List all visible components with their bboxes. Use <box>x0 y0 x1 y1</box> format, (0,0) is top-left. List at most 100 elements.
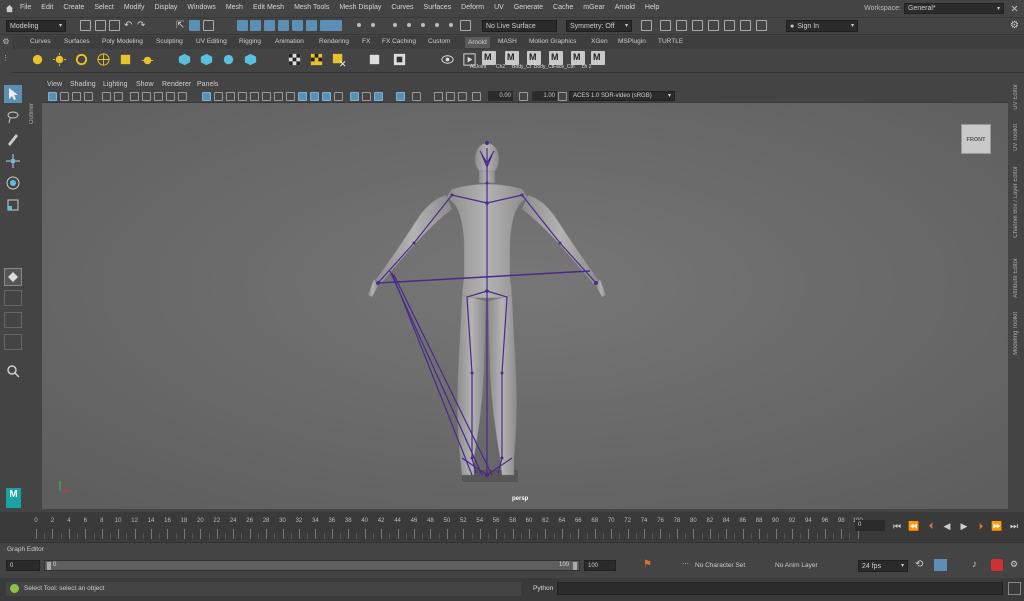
menu-generate[interactable]: Generate <box>514 4 543 11</box>
panel-menu-view[interactable]: View <box>47 81 62 88</box>
menu-edit[interactable]: Edit <box>41 4 53 11</box>
sound-icon[interactable]: ♪ <box>972 559 977 570</box>
render-settings-icon[interactable] <box>692 20 703 31</box>
shelf-button-ch-2[interactable] <box>591 51 605 65</box>
select-by-handle-icon[interactable] <box>237 20 248 31</box>
shelf-tab-arnold[interactable]: Arnold <box>465 37 490 48</box>
panel-menu-shading[interactable]: Shading <box>70 81 96 88</box>
point-light-icon[interactable] <box>52 52 67 67</box>
gamma-icon[interactable] <box>519 92 528 101</box>
play-backwards-icon[interactable]: ◀ <box>941 520 953 532</box>
depth-of-field-icon[interactable] <box>322 92 331 101</box>
snap-view-plane-icon[interactable] <box>432 20 443 31</box>
range-start-handle[interactable] <box>47 562 51 570</box>
uv-editor-tab[interactable]: UV Editor <box>1013 84 1019 110</box>
grid-icon[interactable] <box>202 92 211 101</box>
current-frame-field[interactable]: 0 <box>855 520 885 531</box>
shelf-tab-curves[interactable]: Curves <box>30 38 51 45</box>
pin-icon[interactable] <box>1010 4 1019 13</box>
scale-tool-icon[interactable] <box>4 196 22 214</box>
shelf-tab-uv-editing[interactable]: UV Editing <box>196 38 227 45</box>
uv-toolkit-tab[interactable]: UV Toolkit <box>1013 124 1019 151</box>
standin-icon[interactable] <box>177 52 192 67</box>
rotate-tool-icon[interactable] <box>4 174 22 192</box>
animation-end-field[interactable]: 100 <box>584 560 616 571</box>
menu-deform[interactable]: Deform <box>461 4 484 11</box>
character-set-label[interactable]: No Character Set <box>695 562 745 569</box>
field-chart-icon[interactable] <box>178 92 187 101</box>
menu-mesh-display[interactable]: Mesh Display <box>339 4 381 11</box>
character-set-icon[interactable]: ⋯ <box>682 560 689 568</box>
home-icon[interactable] <box>5 4 14 13</box>
sign-in-dropdown[interactable]: ● Sign In ▾ <box>786 20 858 32</box>
go-to-start-icon[interactable]: ⏮ <box>891 520 903 532</box>
select-hierarchy-icon[interactable]: ⇱ <box>176 20 187 31</box>
menu-mesh-tools[interactable]: Mesh Tools <box>294 4 329 11</box>
step-forward-frame-icon[interactable]: ⏵ <box>975 520 987 532</box>
select-object-icon[interactable] <box>189 20 200 31</box>
shelf-button-ch2[interactable] <box>505 51 519 65</box>
outliner-side-tab[interactable]: Outliner <box>29 84 37 124</box>
checker-yellow-icon[interactable] <box>309 52 324 67</box>
workspace-dropdown[interactable]: General* ▾ <box>904 3 1004 14</box>
shelf-tab-turtle[interactable]: TURTLE <box>658 38 683 45</box>
menu-cache[interactable]: Cache <box>553 4 573 11</box>
exposure-icon[interactable] <box>472 92 481 101</box>
hypershade-icon[interactable] <box>708 20 719 31</box>
bookmark-icon[interactable] <box>72 92 81 101</box>
menu-edit-mesh[interactable]: Edit Mesh <box>253 4 284 11</box>
render-view-icon[interactable] <box>440 52 455 67</box>
render-frame-icon[interactable] <box>660 20 671 31</box>
maya-logo[interactable]: M <box>6 488 21 508</box>
shelf-tab-sculpting[interactable]: Sculpting <box>156 38 183 45</box>
camera-attributes-icon[interactable] <box>60 92 69 101</box>
menu-mgear[interactable]: mGear <box>583 4 604 11</box>
range-end-handle[interactable] <box>573 562 577 570</box>
isolate-select-icon[interactable] <box>334 92 343 101</box>
snap-grid-icon[interactable] <box>390 20 401 31</box>
view-transform-dropdown[interactable]: ACES 1.0 SDR-video (sRGB) ▾ <box>569 91 675 101</box>
channel-box-tab[interactable]: Channel Box / Layer Editor <box>1013 166 1019 238</box>
lock-camera-icon[interactable] <box>130 92 139 101</box>
history-icon[interactable] <box>641 20 652 31</box>
shelf-tab-surfaces[interactable]: Surfaces <box>64 38 90 45</box>
anim-layer-label[interactable]: No Anim Layer <box>775 562 818 569</box>
make-live-icon[interactable] <box>460 20 471 31</box>
wireframe-icon[interactable] <box>214 92 223 101</box>
menu-surfaces[interactable]: Surfaces <box>424 4 452 11</box>
select-by-joint-icon[interactable] <box>250 20 261 31</box>
menu-uv[interactable]: UV <box>494 4 504 11</box>
volume-icon[interactable] <box>221 52 236 67</box>
live-surface-field[interactable]: No Live Surface <box>482 20 557 32</box>
image-plane-icon[interactable] <box>84 92 93 101</box>
modeling-toolkit-icon[interactable] <box>740 20 751 31</box>
shelf-tab-fx[interactable]: FX <box>362 38 370 45</box>
shelf-tab-mash[interactable]: MASH <box>498 38 517 45</box>
menu-select[interactable]: Select <box>94 4 113 11</box>
select-by-dynamic-icon[interactable] <box>306 20 317 31</box>
panel-menu-renderer[interactable]: Renderer <box>162 81 191 88</box>
menu-windows[interactable]: Windows <box>187 4 215 11</box>
exposure-field[interactable]: 0.00 <box>488 91 513 101</box>
highlight-selection-icon[interactable] <box>368 20 379 31</box>
panel-menu-panels[interactable]: Panels <box>197 81 218 88</box>
shelf-tab-msplugin[interactable]: MSPlugin <box>618 38 646 45</box>
shelf-tab-poly-modeling[interactable]: Poly Modeling <box>102 38 143 45</box>
2d-pan-zoom-icon[interactable] <box>102 92 111 101</box>
xray-icon[interactable] <box>350 92 359 101</box>
camera-select-icon[interactable] <box>434 92 443 101</box>
outliner-layout-icon[interactable] <box>4 334 22 350</box>
grease-pencil-icon[interactable] <box>114 92 123 101</box>
step-back-frame-icon[interactable]: ⏴ <box>925 520 937 532</box>
range-slider[interactable]: 0 100 <box>44 560 580 571</box>
shadows-icon[interactable] <box>274 92 283 101</box>
bake-icon[interactable] <box>367 52 382 67</box>
wireframe-on-shaded-icon[interactable] <box>238 92 247 101</box>
snap-curve-icon[interactable] <box>404 20 415 31</box>
menu-set-dropdown[interactable]: Modeling ▾ <box>6 20 66 32</box>
xray-joints-icon[interactable] <box>374 92 383 101</box>
single-perspective-layout-icon[interactable] <box>4 268 22 286</box>
export-standin-icon[interactable] <box>199 52 214 67</box>
redo-icon[interactable]: ↷ <box>137 20 148 31</box>
film-gate-icon[interactable] <box>142 92 151 101</box>
